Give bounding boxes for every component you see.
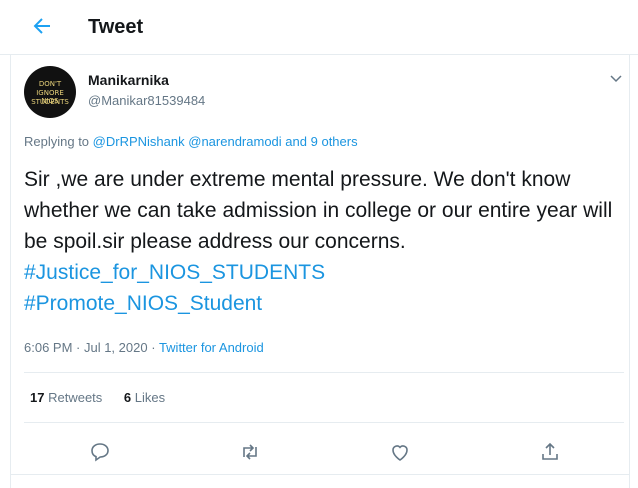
divider [24,422,624,423]
divider [24,372,624,373]
user-handle[interactable]: @Manikar81539484 [88,93,205,108]
tweet-meta: 6:06 PM · Jul 1, 2020 · Twitter for Andr… [24,340,264,355]
chevron-down-icon[interactable] [608,70,624,86]
action-bar [24,438,624,468]
share-icon[interactable] [538,440,562,464]
divider [10,474,630,475]
back-arrow-icon[interactable] [30,14,54,38]
source-link[interactable]: Twitter for Android [159,340,264,355]
hashtag-link[interactable]: #Promote_NIOS_Student [24,288,624,319]
retweet-icon[interactable] [238,440,262,464]
likes-label: Likes [134,390,166,405]
reply-icon[interactable] [88,440,112,464]
user-display-name[interactable]: Manikarnika [88,72,169,88]
mention-link[interactable]: @DrRPNishank [93,134,185,149]
heart-icon[interactable] [388,440,412,464]
avatar-text-line: STUDENTS [31,98,69,106]
timestamp[interactable]: 6:06 PM · Jul 1, 2020 [24,340,148,355]
mention-link[interactable]: @narendramodi [188,134,281,149]
replying-to-prefix: Replying to [24,134,90,149]
others-link[interactable]: 9 others [311,134,358,149]
avatar[interactable]: DON'T IGNORE NIOS STUDENTS [24,66,76,118]
likes-count: 6 [123,390,132,405]
tweet-text: Sir ,we are under extreme mental pressur… [24,168,613,253]
avatar-text-line: DON'T [38,80,62,88]
engagement-stats: 17 Retweets 6 Likes [30,390,183,405]
retweets-count: 17 [30,390,45,405]
header-bar: Tweet [0,0,638,55]
likes-stat[interactable]: 6 Likes [124,390,165,405]
tweet-body: Sir ,we are under extreme mental pressur… [24,164,624,319]
hashtag-link[interactable]: #Justice_for_NIOS_STUDENTS [24,257,624,288]
and-word: and [285,134,307,149]
meta-separator: · [151,340,156,355]
page-title: Tweet [88,16,144,38]
retweets-label: Retweets [48,390,103,405]
replying-to-line: Replying to @DrRPNishank @narendramodi a… [24,134,358,149]
retweets-stat[interactable]: 17 Retweets [30,390,102,405]
